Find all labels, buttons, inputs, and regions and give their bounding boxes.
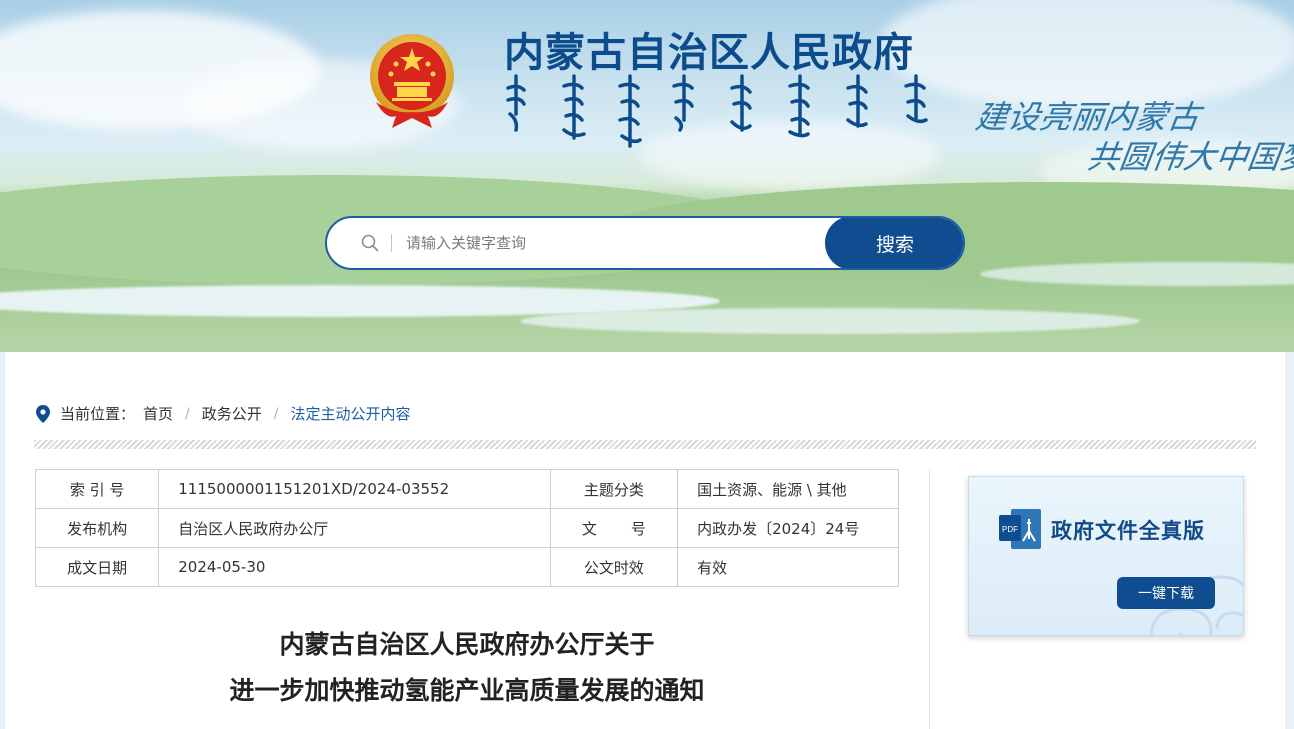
breadcrumb: 当前位置： 首页 / 政务公开 / 法定主动公开内容	[36, 403, 411, 424]
main-content: 当前位置： 首页 / 政务公开 / 法定主动公开内容 索 引 号 1115000…	[5, 352, 1285, 729]
meta-label: 成文日期	[34, 547, 160, 587]
table-row: 成文日期 2024-05-30 公文时效 有效	[34, 547, 899, 587]
meta-label: 文 号	[581, 519, 646, 538]
breadcrumb-home[interactable]: 首页	[143, 403, 173, 424]
slogan-line-2: 共圆伟大中国梦	[1085, 138, 1294, 176]
search-icon	[361, 234, 379, 252]
meta-value: 2024-05-30	[158, 547, 551, 587]
pdf-document-icon: PDF	[999, 509, 1041, 549]
breadcrumb-current[interactable]: 法定主动公开内容	[290, 403, 410, 424]
meta-value: 1115000001151201XD/2024-03552	[158, 469, 551, 509]
meta-label: 索 引 号	[34, 469, 160, 509]
search-separator	[391, 234, 392, 252]
location-pin-icon	[36, 404, 50, 423]
national-emblem-icon	[370, 34, 454, 128]
river-decoration	[520, 308, 1140, 334]
hatched-divider	[34, 440, 1256, 449]
header-banner: 内蒙古自治区人民政府 建设亮丽内蒙古 共圆伟大中国梦 搜索	[0, 0, 1294, 352]
meta-value: 自治区人民政府办公厅	[158, 508, 551, 548]
download-button[interactable]: 一键下载	[1117, 577, 1215, 609]
search-button[interactable]: 搜索	[825, 218, 963, 268]
table-row: 索 引 号 1115000001151201XD/2024-03552 主题分类…	[34, 469, 899, 509]
table-row: 发布机构 自治区人民政府办公厅 文 号 内政办发〔2024〕24号	[34, 508, 899, 548]
mongolian-script-title	[506, 74, 928, 148]
meta-value: 内政办发〔2024〕24号	[677, 508, 899, 548]
pdf-download-panel: PDF 政府文件全真版 一键下载	[968, 476, 1244, 636]
breadcrumb-government-affairs[interactable]: 政务公开	[202, 403, 262, 424]
svg-text:PDF: PDF	[1002, 525, 1018, 534]
meta-label-wrapper: 文 号	[549, 508, 679, 548]
breadcrumb-separator: /	[185, 405, 190, 422]
search-bar: 搜索	[325, 216, 965, 270]
meta-label: 主题分类	[549, 469, 679, 509]
meta-value: 国土资源、能源 \ 其他	[677, 469, 899, 509]
meta-label: 公文时效	[549, 547, 679, 587]
document-title: 内蒙古自治区人民政府办公厅关于 进一步加快推动氢能产业高质量发展的通知	[35, 622, 899, 714]
document-title-line-2: 进一步加快推动氢能产业高质量发展的通知	[229, 676, 705, 705]
document-title-line-1: 内蒙古自治区人民政府办公厅关于	[279, 630, 655, 659]
document-meta-table: 索 引 号 1115000001151201XD/2024-03552 主题分类…	[34, 469, 899, 587]
site-title: 内蒙古自治区人民政府	[504, 30, 914, 76]
meta-label: 发布机构	[34, 508, 160, 548]
meta-value: 有效	[677, 547, 899, 587]
breadcrumb-separator: /	[273, 405, 279, 422]
river-decoration	[980, 262, 1294, 286]
column-divider	[929, 469, 930, 729]
pdf-panel-title: 政府文件全真版	[1051, 518, 1205, 543]
breadcrumb-prefix: 当前位置：	[60, 405, 136, 423]
